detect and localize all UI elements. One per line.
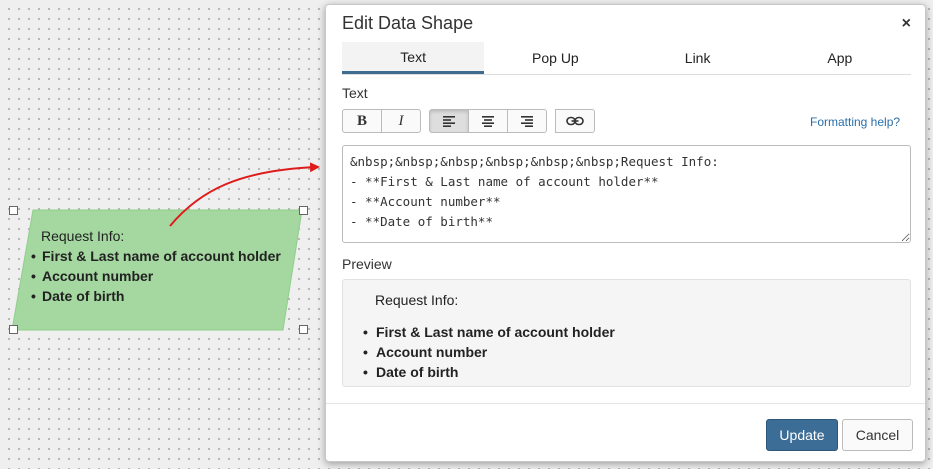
list-item: First & Last name of account holder <box>31 246 281 266</box>
italic-button[interactable]: I <box>381 109 421 133</box>
align-button-group <box>429 109 547 133</box>
link-button[interactable] <box>555 109 595 133</box>
close-icon[interactable]: × <box>902 15 911 33</box>
formatting-help-link[interactable]: Formatting help? <box>810 115 900 129</box>
list-item: Account number <box>31 266 281 286</box>
resize-handle-top-right[interactable] <box>299 206 308 215</box>
preview-label: Preview <box>342 256 392 272</box>
link-icon <box>566 116 584 126</box>
preview-list: First & Last name of account holder Acco… <box>363 322 615 382</box>
markdown-text-editor[interactable]: &nbsp;&nbsp;&nbsp;&nbsp;&nbsp;&nbsp;Requ… <box>342 145 911 243</box>
formatting-toolbar: B I <box>342 109 603 133</box>
preview-panel: Request Info: First & Last name of accou… <box>342 279 911 387</box>
bold-icon: B <box>356 112 367 129</box>
text-section-label: Text <box>342 85 368 101</box>
align-left-button[interactable] <box>429 109 469 133</box>
tab-pop-up[interactable]: Pop Up <box>484 42 626 74</box>
tab-link[interactable]: Link <box>627 42 769 74</box>
resize-handle-bottom-right[interactable] <box>299 325 308 334</box>
align-right-icon <box>521 116 533 127</box>
align-left-icon <box>443 116 455 127</box>
shape-list: First & Last name of account holder Acco… <box>31 246 281 306</box>
list-item: Date of birth <box>363 362 615 382</box>
cancel-button[interactable]: Cancel <box>842 419 913 451</box>
list-item: Account number <box>363 342 615 362</box>
preview-title: Request Info: <box>375 292 459 308</box>
edit-data-shape-dialog: Edit Data Shape × Text Pop Up Link App T… <box>325 4 926 462</box>
footer-divider <box>326 403 925 404</box>
tab-app[interactable]: App <box>769 42 911 74</box>
align-center-icon <box>482 116 494 127</box>
resize-handle-top-left[interactable] <box>9 206 18 215</box>
align-right-button[interactable] <box>507 109 547 133</box>
tab-bar: Text Pop Up Link App <box>342 42 911 75</box>
list-item: Date of birth <box>31 286 281 306</box>
list-item: First & Last name of account holder <box>363 322 615 342</box>
update-button[interactable]: Update <box>766 419 838 451</box>
italic-icon: I <box>398 112 404 129</box>
dialog-title: Edit Data Shape <box>342 13 474 33</box>
resize-handle-bottom-left[interactable] <box>9 325 18 334</box>
shape-title: Request Info: <box>41 228 125 244</box>
bold-button[interactable]: B <box>342 109 382 133</box>
align-center-button[interactable] <box>468 109 508 133</box>
tab-text[interactable]: Text <box>342 42 485 74</box>
link-button-group <box>555 109 595 133</box>
style-button-group: B I <box>342 109 421 133</box>
